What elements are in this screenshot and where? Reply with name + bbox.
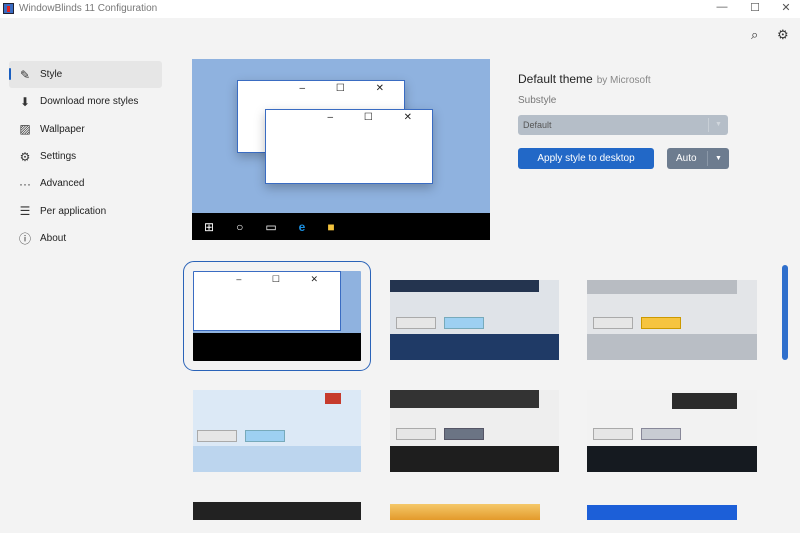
thumb-titlebar xyxy=(390,390,539,408)
sidebar-item-download[interactable]: ⬇ Download more styles xyxy=(9,88,162,115)
download-icon: ⬇ xyxy=(19,94,31,109)
gear-icon: ⚙ xyxy=(19,149,31,164)
scrollbar-thumb[interactable] xyxy=(782,265,788,360)
thumb-titlebar xyxy=(587,280,737,294)
thumb-titlebar xyxy=(672,393,737,409)
style-thumbnail-8[interactable] xyxy=(390,504,540,520)
sidebar-item-label: About xyxy=(40,232,67,244)
sidebar-item-settings[interactable]: ⚙ Settings xyxy=(9,143,162,170)
window-title: WindowBlinds 11 Configuration xyxy=(19,3,158,14)
info-icon: ⓘ xyxy=(18,231,31,246)
preview-taskbar: ⊞ ○ ▭ e ■ xyxy=(192,213,490,240)
title-bar: WindowBlinds 11 Configuration — ☐ ✕ xyxy=(0,0,800,18)
substyle-label: Substyle xyxy=(518,95,557,106)
substyle-value: Default xyxy=(523,120,552,130)
thumb-titlebar xyxy=(390,280,539,292)
substyle-select[interactable]: Default ▼ xyxy=(518,115,728,135)
sidebar-item-about[interactable]: ⓘ About xyxy=(9,225,162,252)
style-thumbnail-6[interactable] xyxy=(587,390,757,472)
sidebar-item-advanced[interactable]: ··· Advanced xyxy=(9,170,162,197)
sidebar-item-label: Settings xyxy=(40,151,77,163)
apply-style-button[interactable]: Apply style to desktop xyxy=(518,148,654,169)
thumb-taskbar xyxy=(193,446,361,472)
chevron-down-icon[interactable]: ▼ xyxy=(707,151,729,166)
sidebar-item-label: Wallpaper xyxy=(40,123,85,135)
sidebar-item-per-application[interactable]: ☰ Per application xyxy=(9,197,162,224)
thumb-taskbar xyxy=(390,446,559,472)
sidebar-item-label: Style xyxy=(40,69,63,81)
thumb-taskbar xyxy=(390,334,559,360)
maximize-button[interactable]: ☐ xyxy=(740,1,770,17)
theme-info: Default theme by Microsoft xyxy=(518,72,651,86)
edge-icon: e xyxy=(298,219,306,234)
style-thumbnail-9[interactable] xyxy=(587,505,737,520)
sidebar-item-wallpaper[interactable]: ▨ Wallpaper xyxy=(9,116,162,143)
style-thumbnail-5[interactable] xyxy=(390,390,559,472)
search-icon[interactable]: ⌕ xyxy=(751,27,758,43)
chevron-down-icon: ▼ xyxy=(708,118,728,132)
sidebar-item-label: Per application xyxy=(40,205,107,217)
sidebar-item-style[interactable]: ✎ Style xyxy=(9,61,162,89)
style-icon: ✎ xyxy=(19,67,31,82)
style-preview: – ☐ ✕ – ☐ ✕ ⊞ ○ ▭ e ■ xyxy=(192,59,490,240)
window-controls: – ☐ ✕ xyxy=(299,83,398,94)
preview-window-front: – ☐ ✕ xyxy=(265,109,433,184)
theme-author: by Microsoft xyxy=(596,75,651,86)
thumb-taskbar xyxy=(587,446,757,472)
window-controls: – ☐ ✕ xyxy=(327,112,426,123)
wallpaper-icon: ▨ xyxy=(19,122,31,137)
app-icon xyxy=(3,3,14,14)
auto-dropdown-button[interactable]: Auto ▼ xyxy=(667,148,729,169)
style-thumbnail-4[interactable] xyxy=(193,390,361,472)
auto-label: Auto xyxy=(676,153,697,164)
windows-logo-icon: ⊞ xyxy=(204,219,215,234)
thumb-window: – ☐ ✕ xyxy=(193,271,341,331)
style-thumbnail-3[interactable] xyxy=(587,280,757,360)
minimize-button[interactable]: — xyxy=(707,1,737,17)
gear-icon[interactable]: ⚙ xyxy=(777,27,789,43)
theme-name: Default theme xyxy=(518,72,593,86)
sidebar-item-label: Advanced xyxy=(40,178,85,190)
thumb-taskbar xyxy=(587,334,757,360)
folder-icon: ■ xyxy=(327,219,335,234)
cortana-icon: ○ xyxy=(236,219,244,234)
task-view-icon: ▭ xyxy=(265,219,277,234)
thumb-close xyxy=(325,393,341,404)
sidebar-item-label: Download more styles xyxy=(40,96,139,108)
window-controls: – ☐ ✕ xyxy=(236,274,332,284)
thumb-taskbar xyxy=(193,333,361,361)
sidebar-nav: ✎ Style ⬇ Download more styles ▨ Wallpaper … xyxy=(9,61,162,252)
close-button[interactable]: ✕ xyxy=(771,1,800,17)
style-thumbnail-7[interactable] xyxy=(193,502,361,520)
list-icon: ☰ xyxy=(19,204,31,219)
style-thumbnail-default[interactable]: – ☐ ✕ xyxy=(183,261,371,371)
style-thumbnail-2[interactable] xyxy=(390,280,559,360)
more-icon: ··· xyxy=(19,176,31,191)
